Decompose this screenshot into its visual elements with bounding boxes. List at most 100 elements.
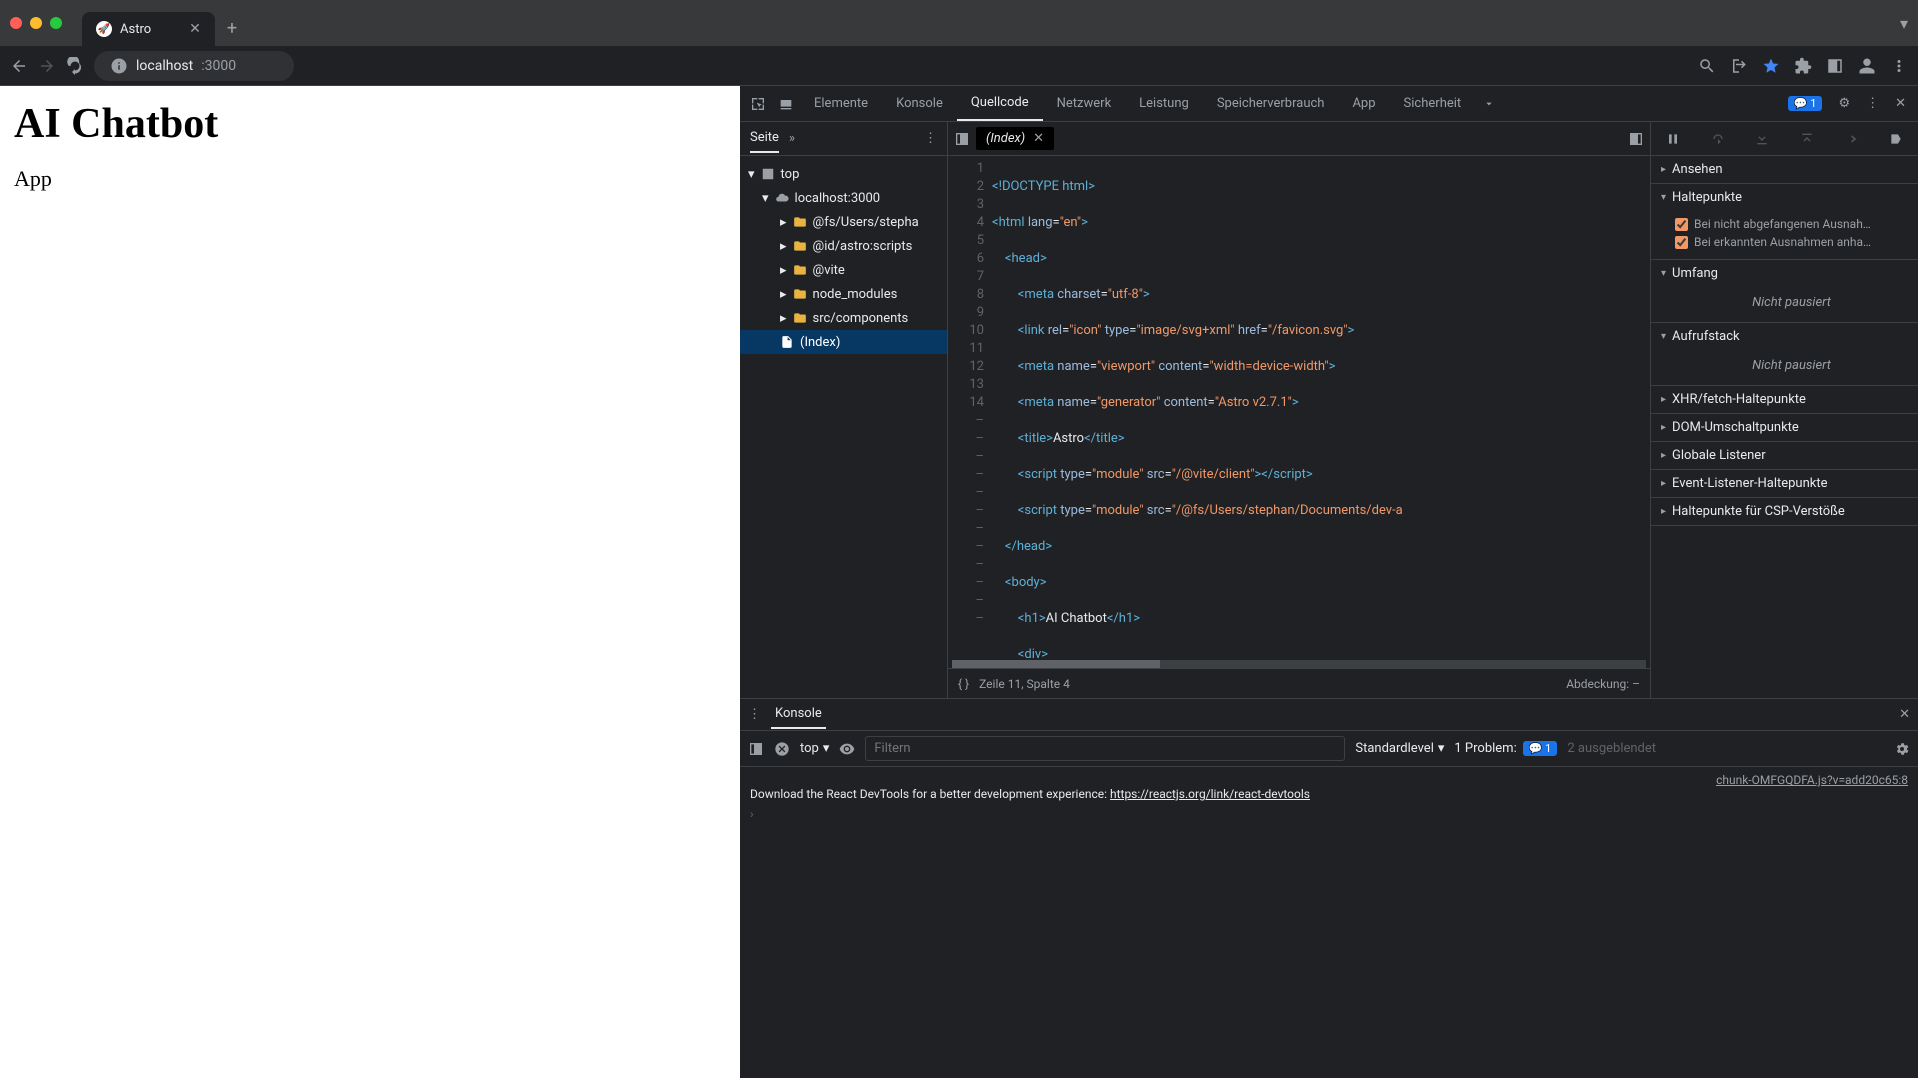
editor-statusbar: { } Zeile 11, Spalte 4 Abdeckung: – <box>948 668 1650 698</box>
section-watch[interactable]: Ansehen <box>1651 156 1918 183</box>
context-selector[interactable]: top ▾ <box>800 741 829 756</box>
problems-indicator[interactable]: 1 Problem:💬 1 <box>1454 741 1557 756</box>
console-sidebar-icon[interactable] <box>748 741 764 757</box>
section-scope[interactable]: Umfang <box>1651 260 1918 287</box>
page-heading: AI Chatbot <box>14 100 726 148</box>
new-tab-button[interactable]: + <box>227 18 237 39</box>
back-icon[interactable] <box>10 57 28 75</box>
tree-folder[interactable]: ▸ node_modules <box>740 282 947 306</box>
tree-folder[interactable]: ▸ @fs/Users/stepha <box>740 210 947 234</box>
tab-netzwerk[interactable]: Netzwerk <box>1043 86 1126 121</box>
code-content[interactable]: <!DOCTYPE html> <html lang="en"> <head> … <box>992 156 1650 660</box>
tab-konsole[interactable]: Konsole <box>882 86 957 121</box>
device-icon[interactable] <box>778 96 794 112</box>
site-info-icon[interactable] <box>110 57 128 75</box>
chevron-down-icon[interactable]: ▾ <box>1900 14 1908 33</box>
console-link[interactable]: https://reactjs.org/link/react-devtools <box>1110 787 1310 801</box>
tab-elemente[interactable]: Elemente <box>800 86 882 121</box>
tab-speicher[interactable]: Speicherverbrauch <box>1203 86 1339 121</box>
tab-app[interactable]: App <box>1338 86 1389 121</box>
devtools-tabbar: Elemente Konsole Quellcode Netzwerk Leis… <box>740 86 1918 122</box>
bp-uncaught[interactable]: Bei nicht abgefangenen Ausnah… <box>1675 215 1908 233</box>
settings-gear-icon[interactable]: ⚙ <box>1830 96 1858 111</box>
reload-icon[interactable] <box>66 57 84 75</box>
tab-title: Astro <box>120 22 151 37</box>
devtools-panel: Elemente Konsole Quellcode Netzwerk Leis… <box>740 86 1918 1078</box>
inspect-icon[interactable] <box>750 96 766 112</box>
section-global[interactable]: Globale Listener <box>1651 442 1918 469</box>
sidepanel-icon[interactable] <box>1826 57 1844 75</box>
section-xhr[interactable]: XHR/fetch-Haltepunkte <box>1651 386 1918 413</box>
clear-console-icon[interactable] <box>774 741 790 757</box>
section-breakpoints[interactable]: Haltepunkte <box>1651 184 1918 211</box>
menu-dots-icon[interactable] <box>1890 57 1908 75</box>
toggle-sidebar-icon[interactable] <box>1628 131 1644 147</box>
navigator-more-icon[interactable]: » <box>789 131 795 146</box>
window-controls <box>10 17 62 29</box>
console-message: Download the React DevTools for a better… <box>750 787 1908 801</box>
tree-folder[interactable]: ▸ @id/astro:scripts <box>740 234 947 258</box>
drawer-menu-icon[interactable]: ⋮ <box>748 707 761 722</box>
tab-sicherheit[interactable]: Sicherheit <box>1390 86 1476 121</box>
toggle-navigator-icon[interactable] <box>954 131 970 147</box>
tab-quellcode[interactable]: Quellcode <box>957 86 1043 121</box>
tab-close-icon[interactable]: ✕ <box>189 21 201 37</box>
navigator-menu-icon[interactable]: ⋮ <box>924 131 937 146</box>
step-over-icon[interactable] <box>1710 131 1726 147</box>
tab-favicon-icon: 🚀 <box>96 21 112 37</box>
open-file-tab[interactable]: (Index)✕ <box>976 127 1054 150</box>
console-prompt[interactable]: › <box>750 807 1908 821</box>
deactivate-breakpoints-icon[interactable] <box>1888 131 1904 147</box>
step-out-icon[interactable] <box>1799 131 1815 147</box>
source-editor: (Index)✕ 1234567891011121314––––––––––––… <box>948 122 1650 698</box>
share-icon[interactable] <box>1730 57 1748 75</box>
drawer-close-icon[interactable]: ✕ <box>1899 707 1910 722</box>
issues-badge[interactable]: 💬 1 <box>1788 96 1823 111</box>
close-file-icon[interactable]: ✕ <box>1033 131 1044 146</box>
coverage-label: Abdeckung: – <box>1566 677 1640 691</box>
section-dom[interactable]: DOM-Umschaltpunkte <box>1651 414 1918 441</box>
page-subtext: App <box>14 166 726 192</box>
tree-top[interactable]: ▾ top <box>740 162 947 186</box>
tree-folder[interactable]: ▸ @vite <box>740 258 947 282</box>
profile-icon[interactable] <box>1858 57 1876 75</box>
devtools-close-icon[interactable]: ✕ <box>1887 96 1914 111</box>
tab-leistung[interactable]: Leistung <box>1125 86 1203 121</box>
forward-icon <box>38 57 56 75</box>
console-settings-icon[interactable] <box>1894 741 1910 757</box>
horizontal-scrollbar[interactable] <box>952 660 1646 668</box>
minimize-window-icon[interactable] <box>30 17 42 29</box>
search-icon[interactable] <box>1698 57 1716 75</box>
cursor-position: Zeile 11, Spalte 4 <box>979 677 1070 691</box>
section-callstack[interactable]: Aufrufstack <box>1651 323 1918 350</box>
maximize-window-icon[interactable] <box>50 17 62 29</box>
browser-tab[interactable]: 🚀 Astro ✕ <box>82 12 215 46</box>
devtools-menu-icon[interactable]: ⋮ <box>1858 96 1887 111</box>
console-filter-input[interactable] <box>865 736 1345 761</box>
section-event[interactable]: Event-Listener-Haltepunkte <box>1651 470 1918 497</box>
url-input[interactable]: localhost:3000 <box>94 51 294 81</box>
live-expression-icon[interactable] <box>839 741 855 757</box>
hidden-count[interactable]: 2 ausgeblendet <box>1567 741 1656 756</box>
console-source-link[interactable]: chunk-OMFGQDFA.js?v=add20c65:8 <box>750 773 1908 787</box>
bp-caught[interactable]: Bei erkannten Ausnahmen anha… <box>1675 233 1908 251</box>
url-host: localhost <box>136 58 193 74</box>
close-window-icon[interactable] <box>10 17 22 29</box>
drawer-tab-konsole[interactable]: Konsole <box>771 700 826 729</box>
step-icon[interactable] <box>1843 131 1859 147</box>
tree-host[interactable]: ▾ localhost:3000 <box>740 186 947 210</box>
tree-file-index[interactable]: (Index) <box>740 330 947 354</box>
step-into-icon[interactable] <box>1754 131 1770 147</box>
debugger-sidebar: Ansehen Haltepunkte Bei nicht abgefangen… <box>1650 122 1918 698</box>
pause-icon[interactable] <box>1665 131 1681 147</box>
navigator-tab-page[interactable]: Seite <box>750 124 779 153</box>
section-csp[interactable]: Haltepunkte für CSP-Verstöße <box>1651 498 1918 525</box>
bookmark-star-icon[interactable] <box>1762 57 1780 75</box>
sources-navigator: Seite » ⋮ ▾ top ▾ localhost:3000 ▸ @fs/U… <box>740 122 948 698</box>
more-tabs-icon[interactable] <box>1481 96 1497 112</box>
tree-folder[interactable]: ▸ src/components <box>740 306 947 330</box>
extensions-icon[interactable] <box>1794 57 1812 75</box>
pretty-print-icon[interactable]: { } <box>958 677 969 691</box>
address-bar: localhost:3000 <box>0 46 1918 86</box>
log-level-selector[interactable]: Standardlevel ▾ <box>1355 741 1444 756</box>
